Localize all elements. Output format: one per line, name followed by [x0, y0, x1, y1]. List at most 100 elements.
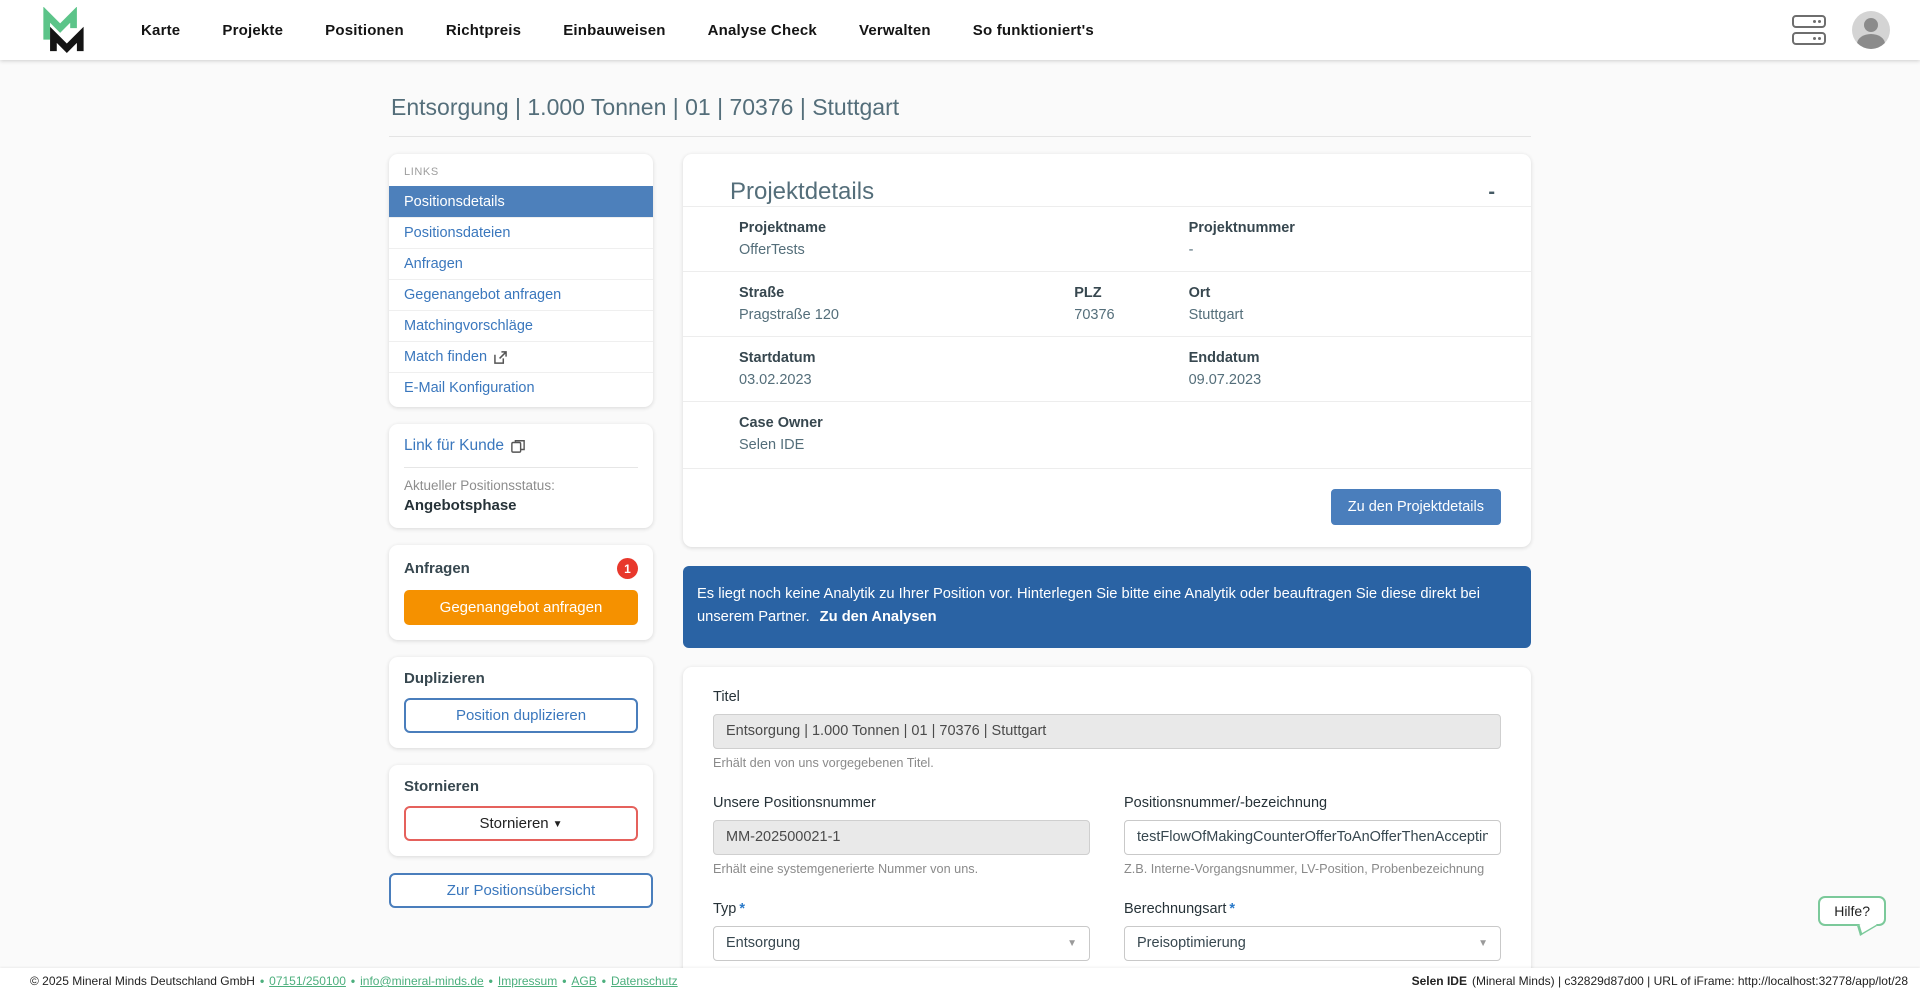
app-header: Karte Projekte Positionen Richtpreis Ein… — [0, 0, 1920, 60]
typ-label-text: Typ — [713, 900, 737, 917]
case-owner-value: Selen IDE — [739, 437, 805, 453]
footer-separator: • — [562, 974, 567, 988]
typ-select[interactable]: Entsorgung ▼ — [713, 925, 1090, 961]
mineral-minds-logo-icon[interactable] — [40, 7, 86, 53]
berechnungsart-label: Berechnungsart * — [1124, 901, 1501, 917]
positionsnummer-helper: Z.B. Interne-Vorgangsnummer, LV-Position… — [1124, 861, 1485, 876]
environment-switcher-icon[interactable] — [1792, 15, 1826, 45]
typ-select-value: Entsorgung — [726, 935, 801, 952]
sidebar-item-email-konfiguration[interactable]: E-Mail Konfiguration — [389, 372, 653, 403]
sidebar-item-match-finden[interactable]: Match finden — [389, 341, 653, 372]
stornieren-card: Stornieren Stornieren ▼ — [389, 765, 653, 856]
duplizieren-card-title: Duplizieren — [404, 670, 485, 687]
project-row-name: Projektname OfferTests Projektnummer - — [683, 206, 1531, 271]
startdatum-label: Startdatum — [739, 350, 816, 366]
nav-projekte[interactable]: Projekte — [222, 22, 283, 39]
sidebar-item-positionsdetails[interactable]: Positionsdetails — [389, 186, 653, 217]
zu-den-analysen-link[interactable]: Zu den Analysen — [820, 609, 937, 625]
unsere-positionsnummer-label: Unsere Positionsnummer — [713, 794, 876, 811]
projektdetails-title: Projektdetails — [730, 178, 875, 205]
titel-label: Titel — [713, 688, 740, 705]
zu-den-projektdetails-button[interactable]: Zu den Projektdetails — [1330, 489, 1501, 525]
sidebar-item-anfragen[interactable]: Anfragen — [389, 248, 653, 279]
nav-richtpreis[interactable]: Richtpreis — [446, 22, 521, 39]
position-form-card: Titel Erhält den von uns vorgegebenen Ti… — [683, 666, 1531, 994]
position-status-label: Aktueller Positionsstatus: — [404, 478, 555, 493]
projektdetails-card: Projektdetails - Projektname OfferTests … — [683, 154, 1531, 547]
gegenangebot-anfragen-button[interactable]: Gegenangebot anfragen — [404, 590, 638, 625]
copyright-text: © 2025 Mineral Minds Deutschland GmbH — [30, 974, 255, 988]
berechnungsart-required-mark: * — [1229, 900, 1236, 917]
main-column: Projektdetails - Projektname OfferTests … — [683, 154, 1531, 994]
strasse-value: Pragstraße 120 — [739, 307, 839, 323]
customer-link-card: Link für Kunde Aktueller Positionsstatus… — [389, 424, 653, 528]
positionsnummer-label: Positionsnummer/-bezeichnung — [1124, 794, 1328, 811]
anfragen-card-title: Anfragen — [404, 560, 470, 577]
main-nav: Karte Projekte Positionen Richtpreis Ein… — [141, 22, 1094, 39]
projektname-value: OfferTests — [739, 242, 805, 258]
link-fuer-kunde-label: Link für Kunde — [404, 437, 504, 454]
external-link-icon — [494, 350, 507, 364]
plz-label: PLZ — [1074, 285, 1102, 301]
footer-separator: • — [601, 974, 606, 988]
project-row-address: Straße Pragstraße 120 PLZ 70376 Ort Stut… — [683, 271, 1531, 336]
plz-value: 70376 — [1074, 307, 1115, 323]
anfragen-card: Anfragen 1 Gegenangebot anfragen — [389, 545, 653, 640]
copy-icon — [511, 440, 525, 453]
berechnungsart-label-text: Berechnungsart — [1124, 900, 1227, 917]
datenschutz-link[interactable]: Datenschutz — [611, 974, 678, 988]
duplizieren-card: Duplizieren Position duplizieren — [389, 657, 653, 748]
projektnummer-label: Projektnummer — [1188, 220, 1295, 236]
titel-helper: Erhält den von uns vorgegebenen Titel. — [713, 755, 934, 770]
sidebar-item-gegenangebot-anfragen[interactable]: Gegenangebot anfragen — [389, 279, 653, 310]
hilfe-button[interactable]: Hilfe? — [1818, 896, 1886, 926]
nav-positionen[interactable]: Positionen — [325, 22, 404, 39]
startdatum-value: 03.02.2023 — [739, 372, 812, 388]
typ-label: Typ * — [713, 901, 1090, 917]
email-link[interactable]: info@mineral-minds.de — [360, 974, 484, 988]
ort-value: Stuttgart — [1188, 307, 1244, 323]
sidebar-item-label: Match finden — [404, 349, 488, 365]
berechnungsart-select-value: Preisoptimierung — [1137, 935, 1246, 952]
nav-so-funktionierts[interactable]: So funktioniert's — [973, 22, 1094, 39]
footer-separator: • — [488, 974, 493, 988]
projektnummer-value: - — [1188, 242, 1194, 258]
user-avatar[interactable] — [1852, 11, 1890, 49]
agb-link[interactable]: AGB — [571, 974, 596, 988]
chevron-down-icon: ▼ — [552, 819, 563, 830]
links-card: LINKS Positionsdetails Positionsdateien … — [389, 154, 653, 407]
title-divider — [389, 136, 1531, 137]
collapse-icon[interactable]: - — [1482, 178, 1501, 206]
nav-einbauweisen[interactable]: Einbauweisen — [563, 22, 665, 39]
phone-link[interactable]: 07151/250100 — [269, 974, 346, 988]
enddatum-value: 09.07.2023 — [1188, 372, 1262, 388]
app-footer: © 2025 Mineral Minds Deutschland GmbH • … — [0, 968, 1920, 994]
titel-input[interactable] — [713, 713, 1501, 749]
chevron-down-icon: ▼ — [1067, 937, 1077, 949]
customer-card-divider — [404, 467, 638, 468]
case-owner-label: Case Owner — [739, 415, 823, 431]
position-duplizieren-button[interactable]: Position duplizieren — [404, 698, 638, 733]
nav-karte[interactable]: Karte — [141, 22, 180, 39]
berechnungsart-select[interactable]: Preisoptimierung ▼ — [1124, 925, 1501, 961]
stornieren-button-label: Stornieren — [479, 815, 549, 832]
impressum-link[interactable]: Impressum — [498, 974, 557, 988]
zur-positionsuebersicht-button[interactable]: Zur Positionsübersicht — [389, 873, 653, 908]
nav-verwalten[interactable]: Verwalten — [859, 22, 931, 39]
analytik-info-banner: Es liegt noch keine Analytik zu Ihrer Po… — [683, 566, 1531, 648]
sidebar: LINKS Positionsdetails Positionsdateien … — [389, 154, 653, 908]
anfragen-count-badge: 1 — [617, 558, 638, 579]
unsere-positionsnummer-input[interactable] — [713, 819, 1090, 855]
project-row-owner: Case Owner Selen IDE — [683, 401, 1531, 466]
link-fuer-kunde[interactable]: Link für Kunde — [404, 437, 525, 455]
positionsnummer-input[interactable] — [1124, 819, 1501, 855]
sidebar-item-positionsdateien[interactable]: Positionsdateien — [389, 217, 653, 248]
sidebar-item-matchingvorschlaege[interactable]: Matchingvorschläge — [389, 310, 653, 341]
stornieren-dropdown-button[interactable]: Stornieren ▼ — [404, 806, 638, 841]
page-title: Entsorgung | 1.000 Tonnen | 01 | 70376 |… — [391, 94, 900, 120]
strasse-label: Straße — [739, 285, 785, 301]
footer-separator: • — [259, 974, 265, 988]
unsere-positionsnummer-helper: Erhält eine systemgenerierte Nummer von … — [713, 861, 979, 876]
nav-analyse-check[interactable]: Analyse Check — [708, 22, 817, 39]
projektname-label: Projektname — [739, 220, 827, 236]
